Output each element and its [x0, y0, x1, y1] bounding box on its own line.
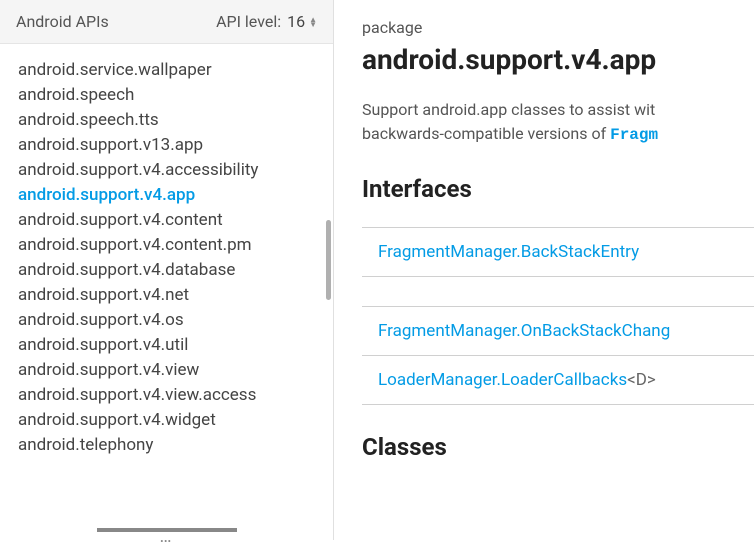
main-content: package android.support.v4.app Support a… [334, 0, 754, 540]
package-item[interactable]: android.support.v4.database [18, 258, 333, 283]
sidebar-header: Android APIs API level: 16 ▲▼ [0, 0, 333, 44]
sidebar: Android APIs API level: 16 ▲▼ android.se… [0, 0, 334, 540]
api-level-label: API level: [216, 12, 281, 31]
interface-row: LoaderManager.LoaderCallbacks<D> [362, 356, 754, 405]
package-item[interactable]: android.support.v4.widget [18, 408, 333, 433]
package-item[interactable]: android.support.v4.view.access [18, 383, 333, 408]
package-item[interactable]: android.support.v4.util [18, 333, 333, 358]
classes-heading: Classes [362, 433, 754, 461]
package-item[interactable]: android.telephony [18, 433, 333, 458]
fragment-link[interactable]: Fragm [610, 126, 658, 144]
interface-row: FragmentManager.BackStackEntry [362, 228, 754, 277]
package-item[interactable]: android.support.v4.accessibility [18, 158, 333, 183]
package-item[interactable]: android.support.v13.app [18, 133, 333, 158]
scrollbar-thumb[interactable] [326, 220, 331, 300]
sidebar-title: Android APIs [16, 12, 109, 31]
interface-row: FragmentManager.OnBackStackChang [362, 307, 754, 356]
package-item[interactable]: android.support.v4.content [18, 208, 333, 233]
interfaces-table: FragmentManager.BackStackEntry FragmentMa… [362, 227, 754, 405]
package-item[interactable]: android.service.wallpaper [18, 58, 333, 83]
interface-link[interactable]: FragmentManager.BackStackEntry [378, 242, 639, 262]
api-level-selector[interactable]: API level: 16 ▲▼ [216, 12, 317, 31]
page-title: android.support.v4.app [362, 43, 754, 76]
interface-link[interactable]: LoaderManager.LoaderCallbacks [378, 370, 627, 390]
package-item[interactable]: android.speech [18, 83, 333, 108]
table-spacer [362, 277, 754, 307]
api-level-value: 16 ▲▼ [287, 12, 317, 31]
interfaces-heading: Interfaces [362, 175, 754, 203]
package-list[interactable]: android.service.wallpaperandroid.speecha… [0, 44, 333, 540]
package-item[interactable]: android.support.v4.view [18, 358, 333, 383]
package-item[interactable]: android.support.v4.net [18, 283, 333, 308]
interface-link[interactable]: FragmentManager.OnBackStackChang [378, 321, 670, 341]
package-item[interactable]: android.speech.tts [18, 108, 333, 133]
package-item[interactable]: android.support.v4.content.pm [18, 233, 333, 258]
package-item[interactable]: android.support.v4.app [18, 183, 333, 208]
overline-label: package [362, 18, 754, 37]
spinner-icon: ▲▼ [309, 17, 317, 27]
package-item[interactable]: android.support.v4.os [18, 308, 333, 333]
generic-param: <D> [627, 370, 656, 390]
package-description: Support android.app classes to assist wi… [362, 98, 754, 147]
